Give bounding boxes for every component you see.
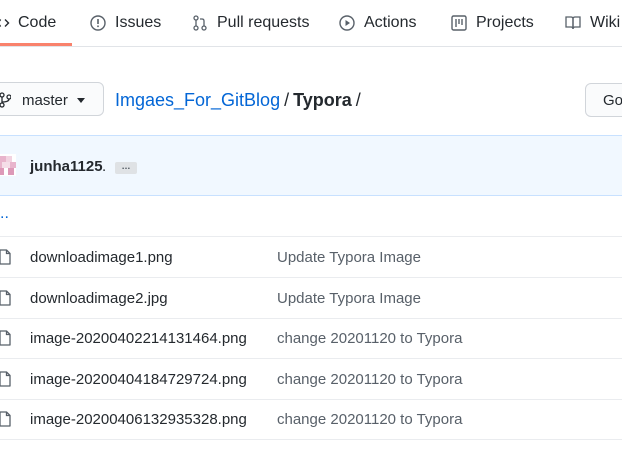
book-icon — [565, 16, 581, 30]
tab-code[interactable]: Code — [0, 0, 56, 46]
breadcrumb-repo-link[interactable]: Imgaes_For_GitBlog — [115, 90, 280, 110]
breadcrumb-separator: / — [355, 90, 361, 110]
file-commit-message-link[interactable]: change 20201120 to Typora — [277, 371, 462, 388]
tab-label: Actions — [364, 14, 417, 31]
file-name-link[interactable]: image-20200406132935328.png — [30, 411, 247, 428]
branch-label: master — [22, 92, 68, 109]
play-icon — [339, 15, 355, 31]
tab-label: Projects — [476, 14, 534, 31]
file-icon — [0, 371, 11, 387]
latest-commit-bar: junha1125 . … — [0, 135, 622, 196]
parent-directory-link[interactable]: .. — [0, 205, 9, 223]
file-commit-message-link[interactable]: Update Typora Image — [277, 290, 421, 307]
file-commit-message-link[interactable]: change 20201120 to Typora — [277, 411, 462, 428]
file-row: image-20200402214131464.png change 20201… — [0, 318, 622, 359]
file-row: image-20200404184729724.png change 20201… — [0, 359, 622, 400]
file-icon — [0, 330, 11, 346]
tab-label: Pull requests — [217, 14, 310, 31]
pull-request-icon — [193, 15, 207, 31]
file-icon — [0, 249, 11, 265]
tab-projects[interactable]: Projects — [451, 0, 534, 46]
tab-label: Wiki — [590, 14, 621, 31]
tab-wiki[interactable]: Wiki — [565, 0, 620, 46]
breadcrumb: Imgaes_For_GitBlog / Typora / — [115, 90, 365, 111]
file-row: downloadimage1.png Update Typora Image — [0, 237, 622, 278]
file-commit-message-link[interactable]: Update Typora Image — [277, 249, 421, 266]
code-icon — [0, 19, 10, 27]
avatar[interactable] — [0, 154, 16, 176]
project-icon — [451, 15, 467, 31]
commit-expand-button[interactable]: … — [115, 162, 137, 174]
breadcrumb-current-folder: Typora — [293, 90, 352, 110]
branch-icon — [0, 92, 11, 108]
breadcrumb-separator: / — [284, 90, 290, 110]
tab-actions[interactable]: Actions — [339, 0, 416, 46]
go-to-file-label: Go — [603, 92, 622, 109]
file-name-link[interactable]: image-20200404184729724.png — [30, 371, 247, 388]
tab-pull-requests[interactable]: Pull requests — [192, 0, 310, 46]
file-name-link[interactable]: downloadimage2.jpg — [30, 290, 168, 307]
commit-author-link[interactable]: junha1125 — [30, 158, 103, 175]
file-row: image-20200406132935328.png change 20201… — [0, 399, 622, 440]
file-name-link[interactable]: image-20200402214131464.png — [30, 330, 247, 347]
tab-label: Issues — [115, 14, 162, 31]
file-commit-message-link[interactable]: change 20201120 to Typora — [277, 330, 462, 347]
chevron-down-icon — [77, 98, 85, 103]
file-icon — [0, 290, 11, 306]
tab-label: Code — [18, 14, 57, 31]
issue-icon — [90, 15, 106, 31]
parent-directory-row: .. — [0, 196, 622, 237]
repo-nav-tabs: Code Issues Pull requests Actions Projec… — [0, 0, 622, 47]
go-to-file-button[interactable]: Go — [585, 83, 622, 117]
file-row: downloadimage2.jpg Update Typora Image — [0, 278, 622, 319]
active-tab-indicator — [0, 43, 72, 46]
file-icon — [0, 411, 11, 427]
branch-select-button[interactable]: master — [0, 82, 104, 116]
tab-issues[interactable]: Issues — [90, 0, 161, 46]
file-name-link[interactable]: downloadimage1.png — [30, 249, 173, 266]
commit-message[interactable]: . — [102, 158, 106, 175]
